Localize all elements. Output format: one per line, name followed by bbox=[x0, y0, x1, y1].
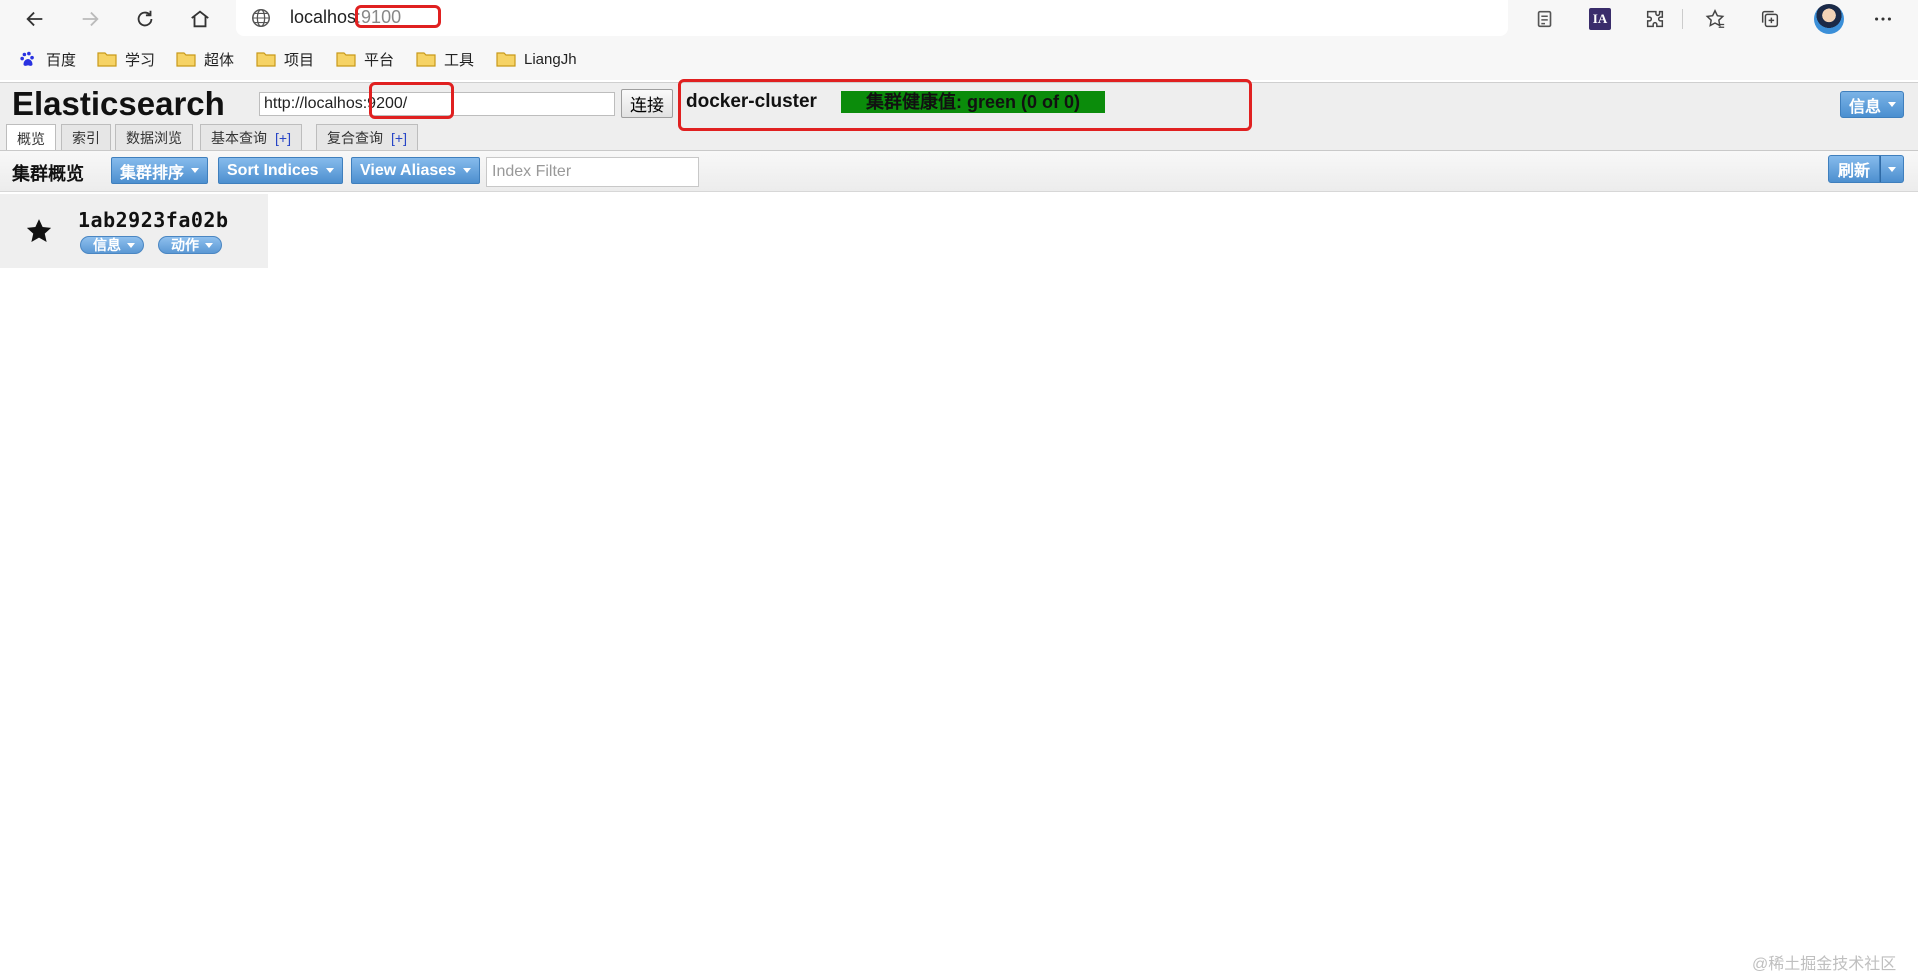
info-menu-button[interactable]: 信息 bbox=[1840, 91, 1904, 118]
node-action-button[interactable]: 动作 bbox=[158, 236, 222, 254]
tab-indices[interactable]: 索引 bbox=[61, 124, 111, 151]
node-card: 1ab2923fa02b 信息 动作 bbox=[0, 194, 268, 268]
button-label: Sort Indices bbox=[227, 161, 319, 179]
star-icon bbox=[26, 219, 52, 242]
app-title: Elasticsearch bbox=[12, 85, 225, 122]
tab-add-plus[interactable]: [+] bbox=[275, 130, 291, 146]
back-button[interactable] bbox=[20, 4, 50, 34]
refresh-dropdown-button[interactable] bbox=[1880, 155, 1904, 183]
chevron-down-icon bbox=[1888, 166, 1896, 172]
bookmark-label: 超体 bbox=[204, 51, 235, 69]
cluster-sort-button[interactable]: 集群排序 bbox=[111, 157, 209, 184]
profile-avatar[interactable] bbox=[1814, 4, 1844, 34]
chevron-down-icon bbox=[325, 168, 334, 173]
globe-icon bbox=[252, 9, 270, 27]
favorites-button[interactable] bbox=[1700, 4, 1730, 34]
folder-icon bbox=[416, 52, 436, 67]
refresh-button[interactable]: 刷新 bbox=[1828, 155, 1880, 183]
tab-label: 数据浏览 bbox=[126, 130, 182, 146]
bookmark-label: 平台 bbox=[364, 51, 395, 69]
read-aloud-button[interactable] bbox=[1530, 4, 1560, 34]
bookmark-folder-liangjh[interactable]: LiangJh bbox=[496, 48, 577, 70]
bookmark-label: 项目 bbox=[284, 51, 315, 69]
bookmarks-bar: 百度 学习 超体 项目 平台 工具 LiangJh bbox=[0, 38, 1918, 80]
collections-icon bbox=[1761, 10, 1779, 28]
info-menu-label: 信息 bbox=[1849, 98, 1882, 116]
watermark: @稀土掘金技术社区 bbox=[1752, 956, 1897, 973]
connection-url-prefix: http://localhos bbox=[264, 95, 363, 112]
sort-indices-button[interactable]: Sort Indices bbox=[218, 157, 343, 184]
tab-label: 概览 bbox=[17, 130, 45, 147]
more-dots-icon bbox=[1875, 17, 1891, 21]
view-aliases-button[interactable]: View Aliases bbox=[351, 157, 481, 184]
home-icon bbox=[191, 10, 209, 28]
puzzle-icon bbox=[1646, 10, 1664, 28]
button-label: 信息 bbox=[93, 237, 121, 253]
tab-compound-query[interactable]: 复合查询 [+] bbox=[316, 124, 418, 151]
ia-extension-icon: IA bbox=[1589, 8, 1611, 30]
node-name: 1ab2923fa02b bbox=[78, 208, 229, 232]
more-menu-button[interactable] bbox=[1868, 4, 1898, 34]
collections-button[interactable] bbox=[1755, 4, 1785, 34]
forward-arrow-icon bbox=[82, 11, 99, 27]
tab-label: 基本查询 bbox=[211, 130, 267, 146]
chevron-down-icon bbox=[205, 242, 213, 248]
folder-icon bbox=[176, 52, 196, 67]
toolbar-separator bbox=[1682, 9, 1683, 29]
bookmark-label: 工具 bbox=[444, 51, 475, 69]
favorites-star-icon bbox=[1705, 9, 1725, 28]
bookmark-folder-study[interactable]: 学习 bbox=[97, 48, 155, 70]
tab-label: 复合查询 bbox=[327, 130, 383, 146]
reload-icon bbox=[137, 10, 153, 27]
button-label: 集群排序 bbox=[120, 164, 185, 182]
chevron-down-icon bbox=[127, 242, 135, 248]
connect-button[interactable]: 连接 bbox=[621, 89, 673, 118]
tab-browser[interactable]: 数据浏览 bbox=[115, 124, 193, 151]
bookmark-baidu[interactable]: 百度 bbox=[18, 48, 76, 70]
tab-label: 索引 bbox=[72, 130, 100, 146]
tab-basic-query[interactable]: 基本查询 [+] bbox=[200, 124, 302, 151]
baidu-paw-icon bbox=[20, 51, 34, 66]
bookmark-label: 学习 bbox=[125, 51, 156, 69]
bookmark-label: LiangJh bbox=[524, 50, 577, 68]
highlight-box-address-port bbox=[355, 5, 441, 28]
index-filter-input[interactable]: Index Filter bbox=[486, 157, 699, 187]
bookmark-label: 百度 bbox=[46, 51, 77, 69]
overview-title: 集群概览 bbox=[12, 164, 84, 184]
folder-icon bbox=[97, 52, 117, 67]
back-arrow-icon bbox=[26, 11, 43, 27]
extensions-button[interactable] bbox=[1640, 4, 1670, 34]
bookmark-folder-chaoti[interactable]: 超体 bbox=[176, 48, 234, 70]
forward-button[interactable] bbox=[75, 4, 105, 34]
button-label: View Aliases bbox=[360, 161, 457, 179]
chevron-down-icon bbox=[191, 168, 200, 173]
highlight-box-connection-port bbox=[369, 82, 454, 119]
tab-overview[interactable]: 概览 bbox=[6, 124, 56, 152]
browser-toolbar: localhos:9100 IA bbox=[0, 0, 1918, 38]
home-button[interactable] bbox=[185, 4, 215, 34]
tab-add-plus[interactable]: [+] bbox=[391, 130, 407, 146]
chevron-down-icon bbox=[1888, 102, 1897, 107]
bookmark-folder-tools[interactable]: 工具 bbox=[416, 48, 474, 70]
folder-icon bbox=[336, 52, 356, 67]
ia-extension-button[interactable]: IA bbox=[1585, 4, 1615, 34]
bookmark-folder-platform[interactable]: 平台 bbox=[336, 48, 394, 70]
button-label: 动作 bbox=[171, 237, 199, 253]
bookmark-folder-projects[interactable]: 项目 bbox=[256, 48, 314, 70]
address-host: localhos bbox=[290, 7, 357, 27]
reload-button[interactable] bbox=[130, 4, 160, 34]
node-info-button[interactable]: 信息 bbox=[80, 236, 144, 254]
highlight-box-cluster-health bbox=[678, 79, 1252, 131]
overview-toolbar: 集群概览 集群排序 Sort Indices View Aliases Inde… bbox=[0, 150, 1918, 192]
tab-actions-icon bbox=[1537, 10, 1552, 28]
folder-icon bbox=[496, 52, 516, 67]
folder-icon bbox=[256, 52, 276, 67]
chevron-down-icon bbox=[463, 168, 472, 173]
